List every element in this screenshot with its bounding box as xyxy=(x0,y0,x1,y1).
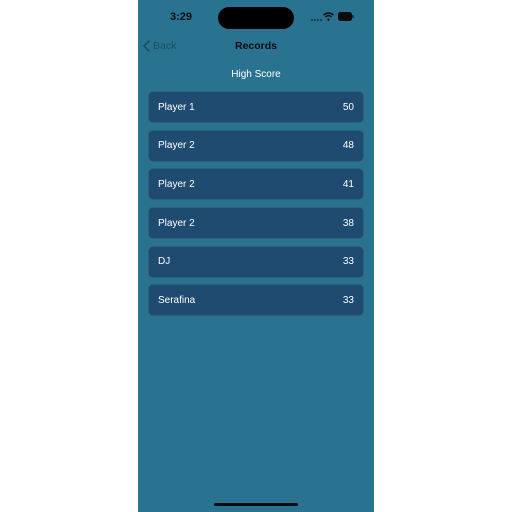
player-score: 50 xyxy=(342,101,354,113)
score-row[interactable]: Player 1 50 xyxy=(148,91,364,123)
status-bar: 3:29 xyxy=(138,0,374,34)
player-score: 41 xyxy=(342,178,354,190)
player-score: 38 xyxy=(342,217,354,229)
score-row[interactable]: Player 2 41 xyxy=(148,168,364,201)
battery-icon xyxy=(338,12,354,21)
score-list: Player 1 50 Player 2 48 Player 2 41 Play… xyxy=(148,91,364,323)
player-name: Player 2 xyxy=(158,217,195,229)
navigation-bar: Back Records xyxy=(138,34,374,58)
app-screen: 3:29 Back Records High Score Player 1 50… xyxy=(138,0,374,512)
home-indicator[interactable] xyxy=(214,503,298,506)
player-name: Player 1 xyxy=(158,101,195,113)
score-row[interactable]: DJ 33 xyxy=(148,245,364,278)
score-row[interactable]: Player 2 48 xyxy=(148,129,364,162)
section-title: High Score xyxy=(231,69,281,80)
player-score: 48 xyxy=(342,140,354,152)
wifi-icon xyxy=(323,12,334,21)
status-time: 3:29 xyxy=(170,11,193,23)
player-name: Player 2 xyxy=(158,140,195,152)
player-name: Serafina xyxy=(158,294,196,306)
score-row[interactable]: Player 2 38 xyxy=(148,207,364,240)
dynamic-island xyxy=(218,7,294,29)
player-score: 33 xyxy=(342,256,354,268)
page-title: Records xyxy=(234,40,277,52)
player-score: 33 xyxy=(342,294,354,306)
signal-icon xyxy=(311,19,322,21)
score-row[interactable]: Serafina 33 xyxy=(148,284,364,317)
player-name: Player 2 xyxy=(158,178,195,190)
player-name: DJ xyxy=(158,256,171,268)
